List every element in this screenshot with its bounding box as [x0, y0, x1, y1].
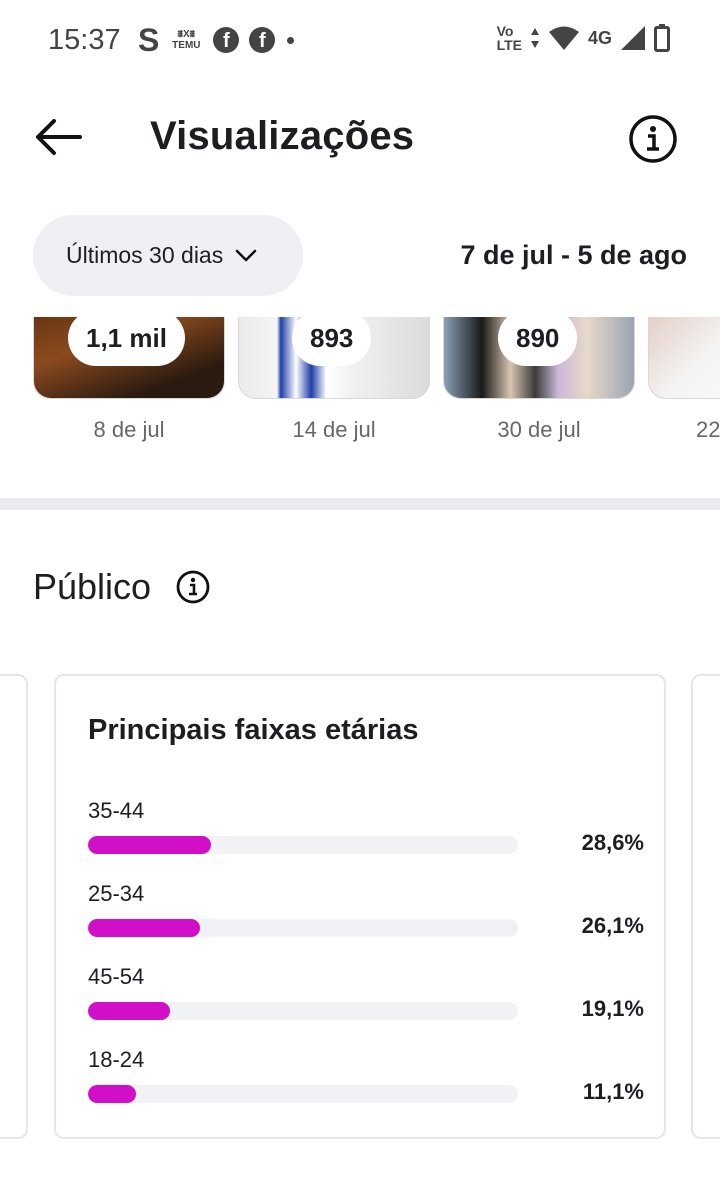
temu-icon-label: TEMU: [172, 40, 201, 51]
age-group-percent: 11,1%: [582, 1079, 644, 1104]
s-app-icon: S: [138, 22, 160, 58]
age-group-label: 18-24: [88, 1047, 145, 1072]
post-date: 8 de jul: [93, 417, 165, 442]
status-bar: 15:37 S ⩩X⩩ TEMU f f Vo LTE 4G: [0, 0, 720, 80]
age-group-percent: 28,6%: [581, 830, 644, 855]
date-range-label: Últimos 30 dias: [66, 242, 224, 268]
age-group-label: 25-34: [88, 881, 145, 906]
post-date: 30 de jul: [497, 417, 581, 442]
age-group-row: 18-24 11,1%: [88, 1047, 644, 1117]
age-bar-track: [88, 1085, 518, 1103]
temu-icon-top: ⩩X⩩: [177, 29, 196, 40]
audience-info-button[interactable]: [176, 570, 210, 604]
wifi-icon: [548, 26, 579, 50]
age-group-percent: 26,1%: [581, 913, 644, 938]
info-icon: [176, 570, 210, 604]
data-arrows-icon: [530, 28, 539, 48]
post-view-count: 1,1 mil: [68, 317, 185, 366]
age-group-label: 45-54: [88, 964, 145, 989]
age-group-percent: 19,1%: [581, 996, 644, 1021]
status-time: 15:37: [48, 24, 121, 56]
age-bar-track: [88, 836, 518, 854]
post-thumbnail[interactable]: 890: [443, 317, 635, 399]
info-icon: [629, 115, 677, 163]
age-bar-track: [88, 919, 518, 937]
previous-card[interactable]: [0, 674, 28, 1139]
post-view-count: 893: [292, 317, 372, 366]
facebook-icon: f: [249, 27, 276, 53]
signal-icon: [621, 26, 645, 50]
info-button[interactable]: [628, 114, 678, 164]
age-bar-fill: [88, 1085, 136, 1103]
status-notification-icons: S ⩩X⩩ TEMU f f: [138, 22, 295, 58]
age-bar-fill: [88, 1002, 171, 1020]
page-header: Visualizações: [0, 90, 720, 190]
post-thumbnail[interactable]: 893: [238, 317, 430, 399]
back-arrow-icon: [36, 119, 82, 155]
facebook-icon: f: [213, 27, 240, 53]
network-4g-icon: 4G: [587, 27, 612, 48]
age-group-label: 35-44: [88, 798, 145, 823]
post-thumbnail[interactable]: [648, 317, 720, 399]
next-card[interactable]: [691, 674, 720, 1139]
volte-icon-top: Vo: [496, 23, 514, 39]
battery-icon: [654, 24, 670, 52]
post-thumbnails-carousel[interactable]: 1,1 mil 8 de jul 893 14 de jul 890 30 de…: [0, 317, 720, 487]
status-system-icons: Vo LTE 4G: [497, 24, 670, 52]
volte-icon: Vo LTE: [497, 24, 522, 52]
date-range-dropdown[interactable]: Últimos 30 dias: [33, 215, 303, 296]
age-group-row: 35-44 28,6%: [88, 798, 644, 868]
chevron-down-icon: [235, 249, 257, 261]
volte-icon-bottom: LTE: [496, 37, 522, 53]
post-view-count: 890: [498, 317, 578, 366]
post-thumbnail[interactable]: 1,1 mil: [33, 317, 225, 399]
age-bar-fill: [88, 836, 211, 854]
card-title: Principais faixas etárias: [88, 714, 419, 746]
age-groups-card: Principais faixas etárias 35-44 28,6% 25…: [54, 674, 666, 1139]
page-title: Visualizações: [150, 114, 415, 158]
post-date: 14 de jul: [292, 417, 376, 442]
temu-icon: ⩩X⩩ TEMU: [169, 29, 203, 51]
post-date: 22: [696, 417, 720, 442]
age-bar-track: [88, 1002, 518, 1020]
age-group-row: 45-54 19,1%: [88, 964, 644, 1034]
notification-dot-icon: [287, 36, 295, 44]
section-divider: [0, 498, 720, 510]
back-button[interactable]: [30, 112, 86, 162]
age-group-row: 25-34 26,1%: [88, 881, 644, 951]
age-bar-fill: [88, 919, 201, 937]
audience-section-title: Público: [33, 566, 152, 607]
selected-date-range: 7 de jul - 5 de ago: [460, 240, 687, 270]
